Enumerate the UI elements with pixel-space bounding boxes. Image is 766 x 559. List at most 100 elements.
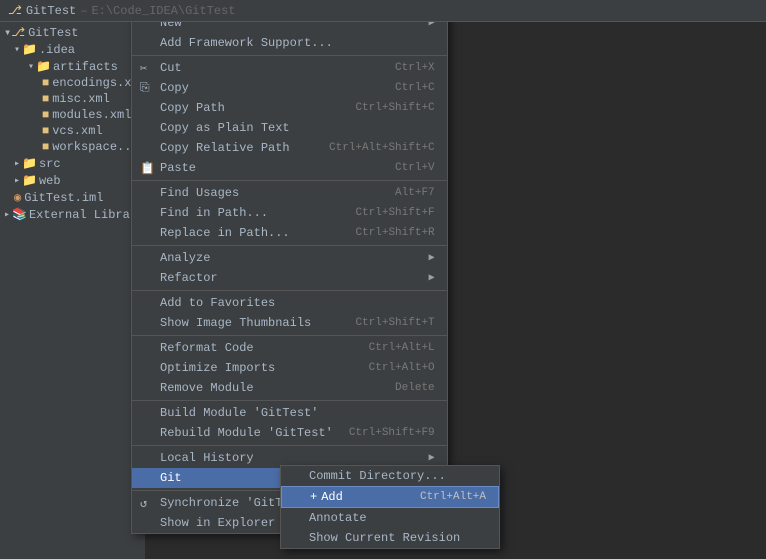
find-in-path-label: Find in Path... xyxy=(160,206,268,220)
tree-item-artifacts[interactable]: ▾ 📁 artifacts xyxy=(0,58,145,75)
git-icon: ⎇ xyxy=(8,3,22,18)
analyze-label: Analyze xyxy=(160,251,210,265)
copy-shortcut: Ctrl+C xyxy=(379,82,435,94)
optimize-imports-shortcut: Ctrl+Alt+O xyxy=(353,362,435,374)
tree-item-modules[interactable]: ■ modules.xml xyxy=(0,107,145,123)
tree-item-src[interactable]: ▸ 📁 src xyxy=(0,155,145,172)
annotate-label: Annotate xyxy=(309,511,367,525)
tree-item-workspace[interactable]: ■ workspace... xyxy=(0,139,145,155)
tree-root-item[interactable]: ▾ ⎇ GitTest xyxy=(0,24,145,41)
show-explorer-label: Show in Explorer xyxy=(160,516,275,530)
git-label: Git xyxy=(160,471,182,485)
local-history-arrow: ▶ xyxy=(429,452,435,464)
tree-item-external-libs[interactable]: ▸ 📚 External Libraries xyxy=(0,206,145,223)
add-label: Add xyxy=(321,490,343,504)
menu-item-optimize-imports[interactable]: Optimize Imports Ctrl+Alt+O xyxy=(132,358,447,378)
project-path: E:\Code_IDEA\GitTest xyxy=(91,4,235,18)
menu-item-show-image[interactable]: Show Image Thumbnails Ctrl+Shift+T xyxy=(132,313,447,333)
tree-item-gitTest-iml[interactable]: ◉ GitTest.iml xyxy=(0,189,145,206)
folder-icon: 📁 xyxy=(22,173,37,188)
xml-file-icon: ■ xyxy=(42,76,49,90)
menu-item-copy-relative[interactable]: Copy Relative Path Ctrl+Alt+Shift+C xyxy=(132,138,447,158)
rebuild-module-label: Rebuild Module 'GitTest' xyxy=(160,426,333,440)
find-in-path-shortcut: Ctrl+Shift+F xyxy=(339,207,434,219)
expand-arrow: ▸ xyxy=(14,158,20,170)
folder-icon: 📁 xyxy=(22,42,37,57)
menu-item-add-framework[interactable]: Add Framework Support... xyxy=(132,33,447,53)
copy-relative-shortcut: Ctrl+Alt+Shift+C xyxy=(313,142,435,154)
build-module-label: Build Module 'GitTest' xyxy=(160,406,318,420)
menu-item-paste[interactable]: 📋 Paste Ctrl+V xyxy=(132,158,447,178)
tree-item-label: vcs.xml xyxy=(52,124,102,138)
commit-dir-label: Commit Directory... xyxy=(309,469,446,483)
project-title: GitTest xyxy=(26,4,76,18)
xml-file-icon: ■ xyxy=(42,124,49,138)
cut-icon: ✂ xyxy=(140,61,147,76)
menu-item-cut[interactable]: ✂ Cut Ctrl+X xyxy=(132,58,447,78)
find-usages-shortcut: Alt+F7 xyxy=(379,187,435,199)
show-image-label: Show Image Thumbnails xyxy=(160,316,311,330)
git-menu-annotate[interactable]: Annotate xyxy=(281,508,499,528)
reformat-shortcut: Ctrl+Alt+L xyxy=(353,342,435,354)
add-framework-label: Add Framework Support... xyxy=(160,36,333,50)
menu-item-analyze[interactable]: Analyze ▶ xyxy=(132,248,447,268)
separator-5 xyxy=(132,335,447,336)
menu-item-remove-module[interactable]: Remove Module Delete xyxy=(132,378,447,398)
separator-7 xyxy=(132,445,447,446)
cut-label: Cut xyxy=(160,61,182,75)
add-icon: + xyxy=(310,490,317,504)
copy-icon: ⎘ xyxy=(140,81,150,95)
iml-file-icon: ◉ xyxy=(14,190,21,205)
expand-arrow: ▸ xyxy=(14,175,20,187)
context-menu: New ▶ Add Framework Support... ✂ Cut Ctr… xyxy=(131,12,448,534)
menu-item-find-usages[interactable]: Find Usages Alt+F7 xyxy=(132,183,447,203)
menu-item-replace-in-path[interactable]: Replace in Path... Ctrl+Shift+R xyxy=(132,223,447,243)
folder-icon: 📁 xyxy=(36,59,51,74)
tree-item-label: .idea xyxy=(39,43,75,57)
tree-item-label: workspace... xyxy=(52,140,138,154)
expand-arrow: ▾ xyxy=(28,61,34,73)
tree-item-idea[interactable]: ▾ 📁 .idea xyxy=(0,41,145,58)
menu-item-rebuild-module[interactable]: Rebuild Module 'GitTest' Ctrl+Shift+F9 xyxy=(132,423,447,443)
cut-shortcut: Ctrl+X xyxy=(379,62,435,74)
menu-item-copy[interactable]: ⎘ Copy Ctrl+C xyxy=(132,78,447,98)
menu-item-add-to-favorites[interactable]: Add to Favorites xyxy=(132,293,447,313)
separator-2 xyxy=(132,180,447,181)
remove-module-label: Remove Module xyxy=(160,381,254,395)
menu-item-build-module[interactable]: Build Module 'GitTest' xyxy=(132,403,447,423)
git-menu-commit-dir[interactable]: Commit Directory... xyxy=(281,466,499,486)
menu-item-reformat[interactable]: Reformat Code Ctrl+Alt+L xyxy=(132,338,447,358)
copy-plain-label: Copy as Plain Text xyxy=(160,121,290,135)
tree-item-label: misc.xml xyxy=(52,92,110,106)
expand-arrow: ▾ xyxy=(4,25,11,40)
find-usages-label: Find Usages xyxy=(160,186,239,200)
analyze-arrow: ▶ xyxy=(429,252,435,264)
git-branch-icon: ⎇ xyxy=(11,25,25,40)
tree-item-encodings[interactable]: ■ encodings.xml xyxy=(0,75,145,91)
tree-item-web[interactable]: ▸ 📁 web xyxy=(0,172,145,189)
root-label: GitTest xyxy=(28,26,78,40)
separator-3 xyxy=(132,245,447,246)
expand-arrow: ▸ xyxy=(4,209,10,221)
git-menu-show-current[interactable]: Show Current Revision xyxy=(281,528,499,548)
expand-arrow: ▾ xyxy=(14,44,20,56)
menu-item-find-in-path[interactable]: Find in Path... Ctrl+Shift+F xyxy=(132,203,447,223)
tree-item-misc[interactable]: ■ misc.xml xyxy=(0,91,145,107)
separator-4 xyxy=(132,290,447,291)
menu-item-refactor[interactable]: Refactor ▶ xyxy=(132,268,447,288)
menu-item-copy-path[interactable]: Copy Path Ctrl+Shift+C xyxy=(132,98,447,118)
tree-item-label: GitTest.iml xyxy=(24,191,103,205)
paste-icon: 📋 xyxy=(140,161,155,176)
menu-item-copy-plain[interactable]: Copy as Plain Text xyxy=(132,118,447,138)
git-menu-add[interactable]: + Add Ctrl+Alt+A xyxy=(281,486,499,508)
add-favorites-label: Add to Favorites xyxy=(160,296,275,310)
title-bar: ⎇ GitTest – E:\Code_IDEA\GitTest xyxy=(0,0,766,22)
libs-icon: 📚 xyxy=(12,207,27,222)
tree-item-vcs[interactable]: ■ vcs.xml xyxy=(0,123,145,139)
copy-path-label: Copy Path xyxy=(160,101,225,115)
tree-item-label: modules.xml xyxy=(52,108,131,122)
file-tree: ▾ ⎇ GitTest ▾ 📁 .idea ▾ 📁 artifacts ■ en… xyxy=(0,22,145,559)
optimize-imports-label: Optimize Imports xyxy=(160,361,275,375)
separator-6 xyxy=(132,400,447,401)
rebuild-shortcut: Ctrl+Shift+F9 xyxy=(333,427,435,439)
